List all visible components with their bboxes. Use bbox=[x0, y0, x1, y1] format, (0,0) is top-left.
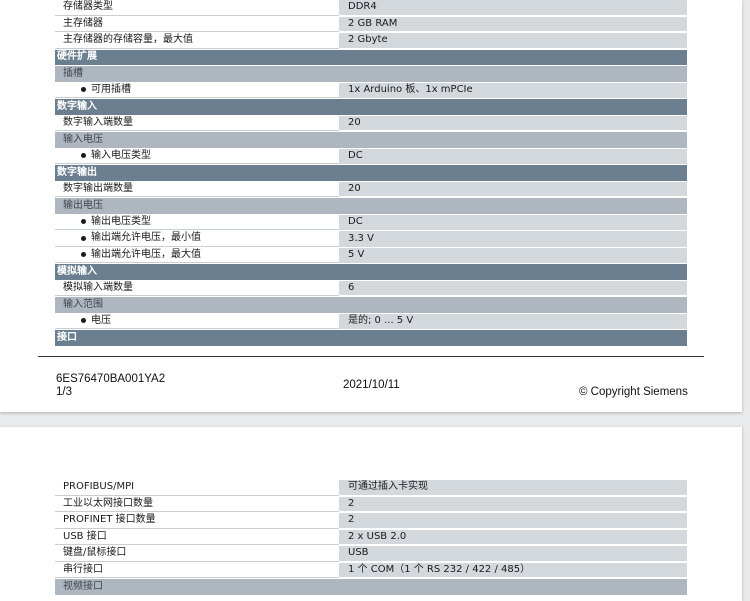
bullet-icon bbox=[81, 153, 86, 159]
spec-label: 串行接口 bbox=[55, 562, 339, 578]
spec-value: DC bbox=[339, 214, 687, 230]
spec-value: DC bbox=[339, 148, 687, 164]
spec-label: 输出端允许电压，最小值 bbox=[55, 231, 339, 247]
spec-value: 2 x USB 2.0 bbox=[339, 529, 687, 545]
spec-label-text: 输出电压类型 bbox=[91, 215, 151, 227]
section-title: 接口 bbox=[57, 331, 77, 343]
bullet-icon bbox=[81, 219, 86, 225]
spec-row: PROFIBUS/MPI 可通过插入卡实现 bbox=[55, 480, 687, 497]
spec-label-text: 输出端允许电压，最小值 bbox=[91, 232, 201, 244]
spec-label-text: 可用插槽 bbox=[91, 83, 131, 95]
spec-label: 主存储器的存储容量，最大值 bbox=[55, 33, 339, 49]
spec-row: 可用插槽 1x Arduino 板、1x mPCIe bbox=[55, 82, 687, 99]
bullet-icon bbox=[81, 235, 86, 241]
spec-table: PROFIBUS/MPI 可通过插入卡实现 工业以太网接口数量 2 PROFINET 接… bbox=[55, 480, 687, 596]
spec-label: 电压 bbox=[55, 313, 339, 329]
datasheet-page-1: 存储器类型 DDR4 主存储器 2 GB RAM 主存储器的存储容量，最大值 2 Gbyt… bbox=[0, 0, 742, 412]
spec-label: 输出电压类型 bbox=[55, 214, 339, 230]
subsection-title: 插槽 bbox=[63, 67, 83, 79]
spec-value: 3.3 V bbox=[339, 231, 687, 247]
section-header: 数字输出 bbox=[55, 165, 687, 182]
copyright-notice: © Copyright Siemens bbox=[579, 386, 688, 398]
spec-row: 输出电压类型 DC bbox=[55, 214, 687, 231]
section-title: 数字输出 bbox=[57, 166, 97, 178]
subsection-header: 输出电压 bbox=[55, 198, 687, 215]
bullet-icon bbox=[81, 87, 86, 93]
subsection-title: 输入范围 bbox=[63, 298, 103, 310]
spec-value: 2 Gbyte bbox=[339, 33, 687, 49]
spec-row: PROFINET 接口数量 2 bbox=[55, 513, 687, 530]
spec-row: 模拟输入端数量 6 bbox=[55, 280, 687, 297]
section-header: 硬件扩展 bbox=[55, 49, 687, 66]
spec-row: 工业以太网接口数量 2 bbox=[55, 496, 687, 513]
spec-label-text: 输入电压类型 bbox=[91, 149, 151, 161]
spec-row: 输出端允许电压，最小值 3.3 V bbox=[55, 231, 687, 248]
spec-value: 20 bbox=[339, 181, 687, 197]
spec-row: USB 接口 2 x USB 2.0 bbox=[55, 529, 687, 546]
spec-value: 可通过插入卡实现 bbox=[339, 480, 687, 496]
subsection-header: 视频接口 bbox=[55, 579, 687, 596]
spec-row: 主存储器 2 GB RAM bbox=[55, 16, 687, 33]
section-header: 接口 bbox=[55, 330, 687, 347]
spec-label: 数字输出端数量 bbox=[55, 181, 339, 197]
spec-label: 可用插槽 bbox=[55, 82, 339, 98]
spec-row: 数字输出端数量 20 bbox=[55, 181, 687, 198]
spec-value: 1 个 COM（1 个 RS 232 / 422 / 485） bbox=[339, 562, 687, 578]
subsection-header: 输入电压 bbox=[55, 132, 687, 149]
spec-row: 串行接口 1 个 COM（1 个 RS 232 / 422 / 485） bbox=[55, 562, 687, 579]
document-date: 2021/10/11 bbox=[343, 379, 400, 391]
section-title: 模拟输入 bbox=[57, 265, 97, 277]
spec-row: 输入电压类型 DC bbox=[55, 148, 687, 165]
spec-value: DDR4 bbox=[339, 0, 687, 16]
spec-label: 工业以太网接口数量 bbox=[55, 496, 339, 512]
spec-label: PROFINET 接口数量 bbox=[55, 513, 339, 529]
spec-label: 存储器类型 bbox=[55, 0, 339, 16]
spec-table: 存储器类型 DDR4 主存储器 2 GB RAM 主存储器的存储容量，最大值 2 Gbyt… bbox=[55, 0, 687, 347]
section-title: 数字输入 bbox=[57, 100, 97, 112]
spec-label-text: 电压 bbox=[91, 314, 111, 326]
section-header: 数字输入 bbox=[55, 99, 687, 116]
spec-value: 1x Arduino 板、1x mPCIe bbox=[339, 82, 687, 98]
spec-value: 2 bbox=[339, 496, 687, 512]
spec-label-text: 输出端允许电压，最大值 bbox=[91, 248, 201, 260]
spec-value: USB bbox=[339, 546, 687, 562]
spec-row: 电压 是的; 0 ... 5 V bbox=[55, 313, 687, 330]
subsection-title: 视频接口 bbox=[63, 580, 103, 592]
datasheet-page-2: PROFIBUS/MPI 可通过插入卡实现 工业以太网接口数量 2 PROFINET 接… bbox=[0, 427, 742, 601]
spec-label: 输出端允许电压，最大值 bbox=[55, 247, 339, 263]
subsection-title: 输入电压 bbox=[63, 133, 103, 145]
spec-value: 20 bbox=[339, 115, 687, 131]
spec-label: USB 接口 bbox=[55, 529, 339, 545]
spec-value: 2 bbox=[339, 513, 687, 529]
spec-row: 键盘/鼠标接口 USB bbox=[55, 546, 687, 563]
spec-row: 数字输入端数量 20 bbox=[55, 115, 687, 132]
spec-value: 6 bbox=[339, 280, 687, 296]
spec-label: PROFIBUS/MPI bbox=[55, 480, 339, 496]
spec-value: 是的; 0 ... 5 V bbox=[339, 313, 687, 329]
subsection-title: 输出电压 bbox=[63, 199, 103, 211]
section-header: 模拟输入 bbox=[55, 264, 687, 281]
page-number: 1/3 bbox=[56, 386, 72, 398]
section-title: 硬件扩展 bbox=[57, 51, 97, 63]
spec-label: 数字输入端数量 bbox=[55, 115, 339, 131]
subsection-header: 输入范围 bbox=[55, 297, 687, 314]
spec-value: 2 GB RAM bbox=[339, 16, 687, 32]
spec-label: 模拟输入端数量 bbox=[55, 280, 339, 296]
footer-divider bbox=[38, 356, 704, 357]
spec-row: 输出端允许电压，最大值 5 V bbox=[55, 247, 687, 264]
spec-label: 主存储器 bbox=[55, 16, 339, 32]
subsection-header: 插槽 bbox=[55, 66, 687, 83]
bullet-icon bbox=[81, 252, 86, 258]
spec-row: 存储器类型 DDR4 bbox=[55, 0, 687, 17]
order-number: 6ES76470BA001YA2 bbox=[56, 373, 166, 385]
spec-value: 5 V bbox=[339, 247, 687, 263]
spec-label: 键盘/鼠标接口 bbox=[55, 546, 339, 562]
spec-row: 主存储器的存储容量，最大值 2 Gbyte bbox=[55, 33, 687, 50]
bullet-icon bbox=[81, 318, 86, 324]
spec-label: 输入电压类型 bbox=[55, 148, 339, 164]
